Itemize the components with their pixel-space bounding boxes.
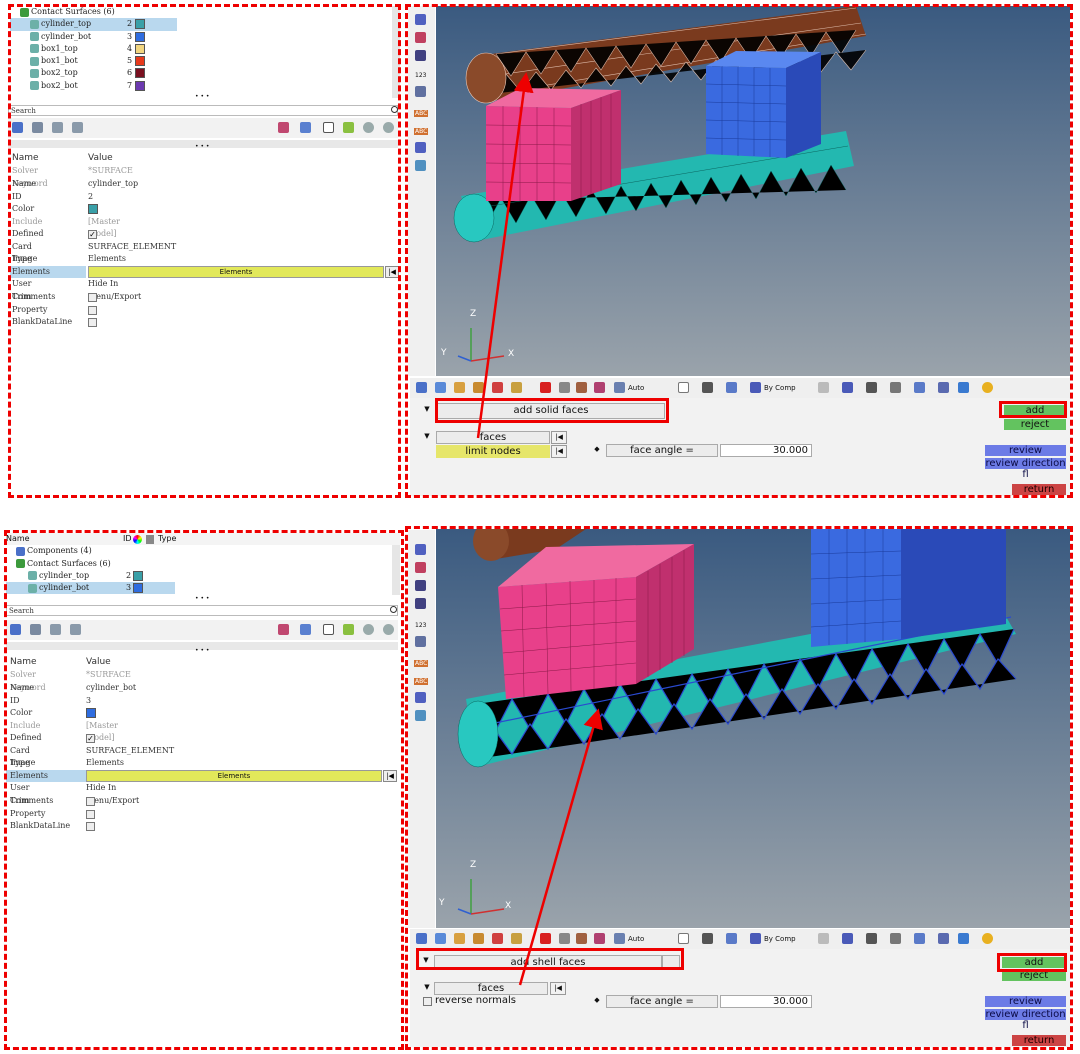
annotation-arrow <box>476 72 534 439</box>
annotation-arrow <box>518 708 603 986</box>
